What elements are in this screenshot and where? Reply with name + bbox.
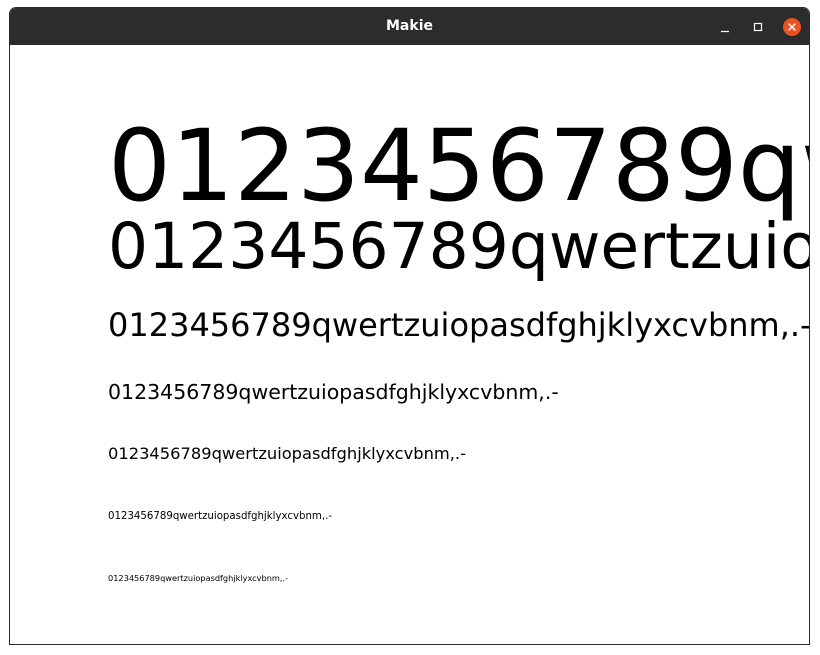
text-sample-5: 0123456789qwertzuiopasdfghjklyxcvbnm,.- bbox=[108, 444, 466, 463]
text-sample-3: 0123456789qwertzuiopasdfghjklyxcvbnm,.- bbox=[108, 306, 809, 344]
text-sample-2: 0123456789qwertzuiopasdfghjklyxcvbnm,.- bbox=[108, 210, 809, 283]
text-sample-4: 0123456789qwertzuiopasdfghjklyxcvbnm,.- bbox=[108, 380, 559, 404]
minimize-icon bbox=[721, 30, 729, 33]
makie-canvas[interactable]: 0123456789qwertzuiopasdfghjklyxcvbnm,.- … bbox=[10, 45, 809, 644]
maximize-icon bbox=[753, 22, 763, 32]
close-icon bbox=[783, 18, 801, 36]
title-bar[interactable]: Makie bbox=[10, 8, 809, 45]
minimize-button[interactable] bbox=[715, 17, 735, 37]
maximize-button[interactable] bbox=[748, 17, 768, 37]
close-button[interactable] bbox=[782, 17, 802, 37]
window-title: Makie bbox=[386, 18, 433, 34]
text-sample-6: 0123456789qwertzuiopasdfghjklyxcvbnm,.- bbox=[108, 511, 332, 522]
app-window: Makie 0123456789qwertzuiopasdfghjklyxcvb… bbox=[9, 7, 810, 645]
text-sample-7: 0123456789qwertzuiopasdfghjklyxcvbnm,.- bbox=[108, 573, 289, 583]
text-sample-1: 0123456789qwertzuiopasdfghjklyxcvbnm,.- bbox=[108, 109, 809, 224]
